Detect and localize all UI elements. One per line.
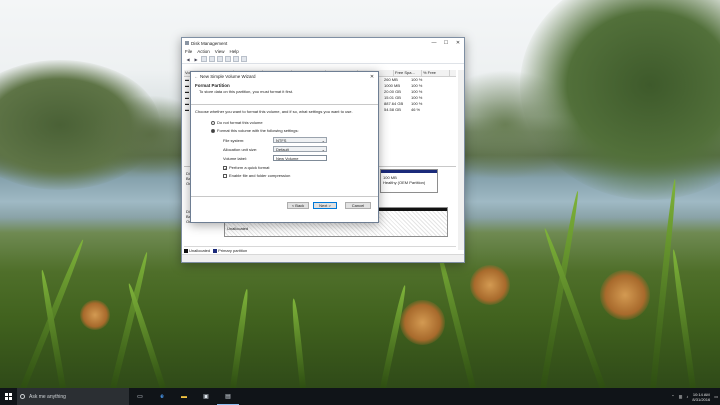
flower-cluster: [400, 300, 445, 345]
allocation-unit-select[interactable]: Default ⌄: [273, 146, 327, 152]
disk-management-taskbar-icon[interactable]: ▤: [217, 388, 239, 405]
menu-view[interactable]: View: [215, 49, 225, 54]
windows-logo-icon: [5, 393, 12, 400]
grass-blade: [670, 248, 696, 388]
disk-icon: [185, 41, 189, 45]
wizard-title: New Simple Volume Wizard: [200, 74, 256, 79]
volume-icon[interactable]: ♪: [686, 394, 688, 399]
oem-partition[interactable]: 100 MB Healthy (OEM Partition): [380, 169, 438, 193]
chevron-down-icon: ⌄: [321, 138, 325, 143]
flower-cluster: [80, 300, 110, 330]
legend-primary: Primary partition: [213, 248, 247, 253]
volume-label-label: Volume label:: [223, 156, 248, 161]
legend-unallocated: Unallocated: [184, 248, 210, 253]
maximize-button[interactable]: ☐: [440, 38, 452, 48]
radio-icon: [211, 120, 215, 125]
list-view-icon[interactable]: [217, 56, 223, 62]
task-view-icon[interactable]: ▭: [129, 388, 151, 405]
clock[interactable]: 10:14 AM 8/31/2016: [692, 392, 710, 402]
menubar: File Action View Help: [182, 48, 464, 55]
back-button[interactable]: < Back: [287, 202, 309, 209]
compression-checkbox[interactable]: Enable file and folder compression: [223, 173, 290, 178]
start-button[interactable]: [0, 388, 17, 405]
dm-titlebar[interactable]: Disk Management — ☐ ✕: [182, 38, 464, 48]
delete-icon[interactable]: [233, 56, 239, 62]
grass-blade: [290, 298, 306, 388]
wizard-close-button[interactable]: ✕: [366, 72, 378, 82]
cortana-icon: [20, 394, 25, 399]
minimize-button[interactable]: —: [428, 38, 440, 48]
legend: Unallocated Primary partition: [184, 246, 456, 254]
menu-help[interactable]: Help: [229, 49, 238, 54]
grass-blade: [126, 282, 166, 388]
radio-format[interactable]: Format this volume with the following se…: [211, 128, 299, 133]
network-icon[interactable]: ▥: [679, 394, 683, 399]
cancel-button[interactable]: Cancel: [345, 202, 371, 209]
volume-label-input[interactable]: New Volume: [273, 155, 327, 161]
menu-action[interactable]: Action: [197, 49, 210, 54]
grass-blade: [540, 190, 581, 388]
system-tray: ⌃ ▥ ♪ 10:14 AM 8/31/2016 ▭: [671, 388, 718, 405]
close-button[interactable]: ✕: [452, 38, 464, 48]
wizard-titlebar[interactable]: ← New Simple Volume Wizard ✕: [191, 72, 378, 81]
refresh-icon[interactable]: [225, 56, 231, 62]
radio-do-not-format[interactable]: Do not format this volume: [211, 120, 263, 125]
wizard-header: Format Partition To store data on this p…: [191, 81, 378, 105]
radio-selected-icon: [211, 128, 215, 133]
intro-text: Choose whether you want to format this v…: [195, 109, 353, 114]
grass-blade: [230, 288, 250, 388]
status-bar: [182, 254, 464, 262]
page-subtitle: To store data on this partition, you mus…: [199, 89, 294, 94]
chevron-up-icon[interactable]: ⌃: [671, 394, 674, 399]
dm-title: Disk Management: [191, 40, 228, 46]
new-simple-volume-wizard: ← New Simple Volume Wizard ✕ Format Part…: [190, 71, 379, 223]
col-free-space[interactable]: Free Spa...: [394, 70, 422, 76]
flower-cluster: [600, 270, 650, 320]
page-title: Format Partition: [195, 83, 230, 88]
wizard-footer: < Back Next > Cancel: [191, 196, 378, 213]
notifications-icon[interactable]: ▭: [714, 394, 718, 399]
file-system-select[interactable]: NTFS ⌄: [273, 137, 327, 143]
checkbox-icon: [223, 173, 227, 178]
vertical-scrollbar[interactable]: [458, 70, 464, 250]
help-icon[interactable]: [209, 56, 215, 62]
forward-arrow-icon[interactable]: ▶: [193, 56, 199, 62]
search-box[interactable]: Ask me anything: [17, 388, 129, 405]
file-system-label: File system:: [223, 138, 245, 143]
grass-blade: [380, 284, 408, 388]
checkbox-checked-icon: ✓: [223, 165, 228, 171]
properties-icon[interactable]: [201, 56, 207, 62]
toolbar: ◀ ▶: [182, 55, 464, 64]
chevron-down-icon: ⌄: [321, 147, 325, 152]
wizard-body: Choose whether you want to format this v…: [191, 105, 378, 213]
col-percent-free[interactable]: % Free: [422, 70, 450, 76]
allocation-unit-label: Allocation unit size:: [223, 147, 258, 152]
file-explorer-icon[interactable]: ▬: [173, 388, 195, 405]
edge-browser-icon[interactable]: e: [151, 388, 173, 405]
store-icon[interactable]: ▣: [195, 388, 217, 405]
grass-blade: [650, 178, 678, 388]
settings-icon[interactable]: [241, 56, 247, 62]
wizard-back-arrow-icon: ←: [194, 74, 198, 79]
flower-cluster: [470, 265, 510, 305]
taskbar: Ask me anything ▭ e ▬ ▣ ▤ ⌃ ▥ ♪ 10:14 AM…: [0, 388, 720, 405]
menu-file[interactable]: File: [185, 49, 192, 54]
back-arrow-icon[interactable]: ◀: [185, 56, 191, 62]
next-button[interactable]: Next >: [313, 202, 337, 209]
grass-blade: [542, 227, 606, 388]
quick-format-checkbox[interactable]: ✓ Perform a quick format: [223, 165, 269, 170]
